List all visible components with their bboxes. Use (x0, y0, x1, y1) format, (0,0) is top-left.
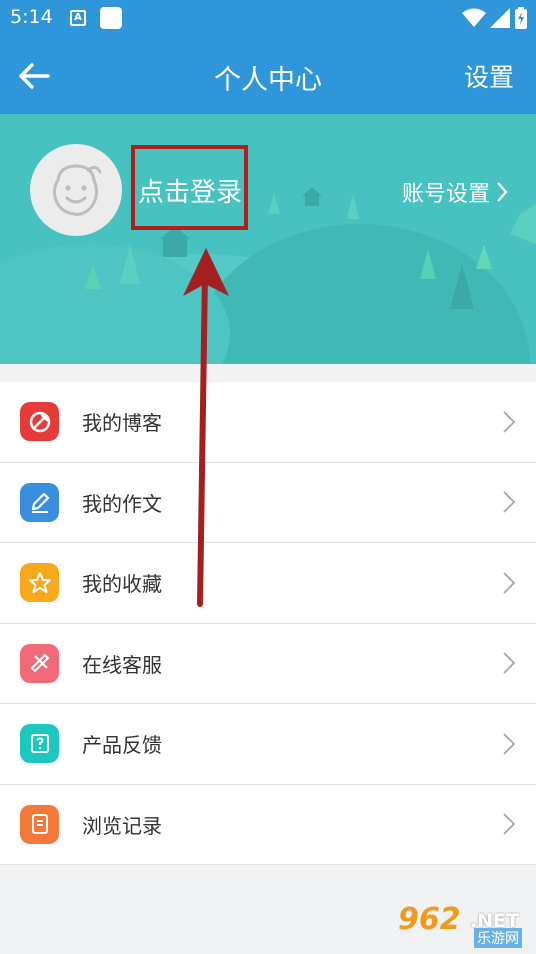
menu-item-label: 在线客服 (82, 652, 162, 677)
menu-item-blog[interactable]: 我的博客 (0, 382, 536, 463)
account-settings-link[interactable]: 账号设置 (402, 176, 508, 208)
menu-item-favorites[interactable]: 我的收藏 (0, 543, 536, 624)
chevron-right-icon (503, 733, 516, 755)
chevron-right-icon (503, 652, 516, 674)
menu-list: 我的博客 我的作文 我的收藏 在线客服 产品反馈 浏览记录 (0, 382, 536, 865)
app-notification-icon (100, 7, 122, 29)
profile-header: 点击登录 账号设置 (0, 114, 536, 364)
smiley-face-icon (52, 164, 102, 216)
menu-item-essays[interactable]: 我的作文 (0, 463, 536, 543)
settings-button[interactable]: 设置 (464, 58, 514, 94)
avatar[interactable] (30, 144, 122, 236)
status-icons (462, 6, 528, 30)
menu-item-history[interactable]: 浏览记录 (0, 785, 536, 865)
chevron-right-icon (503, 491, 516, 513)
menu-item-feedback[interactable]: 产品反馈 (0, 704, 536, 785)
menu-item-label: 我的收藏 (82, 572, 162, 597)
a-notification-icon: A (70, 10, 86, 26)
site-watermark: 962 .NET 乐游网 (398, 902, 530, 948)
account-settings-label: 账号设置 (401, 182, 490, 207)
star-icon (20, 563, 59, 603)
customer-service-icon (20, 643, 59, 683)
pencil-icon (20, 482, 59, 522)
history-icon (20, 804, 59, 844)
page-title: 个人中心 (214, 65, 322, 96)
signal-icon (490, 8, 510, 28)
status-time: 5:14 (10, 6, 53, 28)
wifi-icon (462, 8, 486, 27)
app-bar: 个人中心 设置 (0, 36, 536, 114)
watermark-number: 962 (398, 902, 461, 937)
blog-icon (20, 402, 59, 442)
watermark-site: 乐游网 (474, 928, 522, 948)
menu-item-label: 浏览记录 (82, 813, 162, 838)
menu-item-label: 产品反馈 (82, 733, 162, 758)
chevron-right-icon (497, 182, 508, 202)
login-highlight-box (131, 145, 248, 230)
chevron-right-icon (503, 572, 516, 594)
feedback-icon (20, 724, 59, 764)
menu-item-label: 我的作文 (82, 491, 162, 516)
status-bar: 5:14 A (0, 0, 536, 36)
menu-item-label: 我的博客 (82, 411, 162, 436)
chevron-right-icon (503, 411, 516, 433)
battery-icon (515, 7, 527, 29)
menu-item-customer-service[interactable]: 在线客服 (0, 624, 536, 704)
chevron-right-icon (503, 813, 516, 835)
